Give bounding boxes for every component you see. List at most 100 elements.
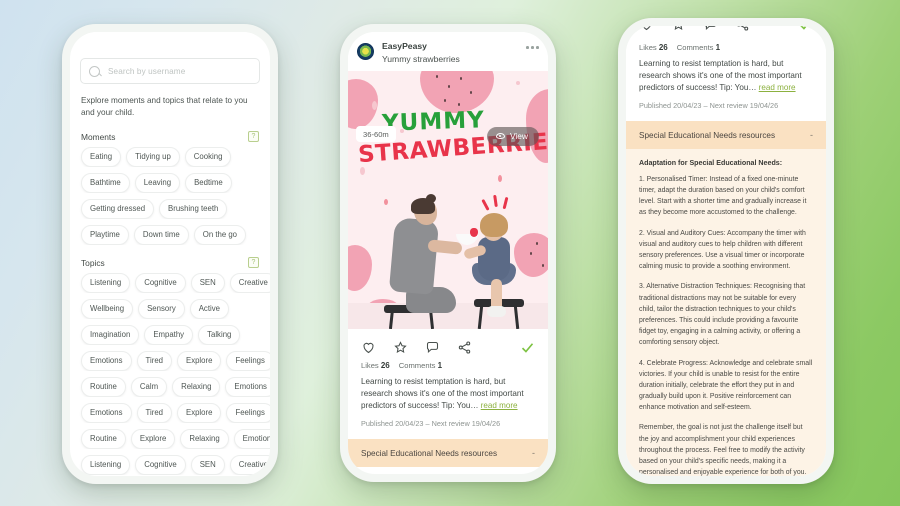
chip-emotions[interactable]: Emotions (81, 351, 132, 372)
chip-sensory[interactable]: Sensory (138, 299, 185, 320)
chip-row: Routine Explore Relaxing Emotions (70, 429, 270, 450)
collapse-icon: - (810, 130, 813, 141)
chip-empathy[interactable]: Empathy (144, 325, 194, 346)
chip-row: Routine Calm Relaxing Emotions (70, 377, 270, 398)
chip-tired[interactable]: Tired (136, 351, 172, 372)
likes-meta: Likes 26 (639, 43, 668, 52)
chip-routine[interactable]: Routine (81, 377, 126, 398)
section-header-moments: Moments ? (81, 131, 259, 143)
view-button[interactable]: View (486, 127, 539, 146)
left-screen: Search by username Explore moments and t… (70, 32, 270, 476)
chip-feelings[interactable]: Feelings (226, 403, 270, 424)
chip-row: Emotions Tired Explore Feelings (70, 403, 270, 424)
sen-banner-label: Special Educational Needs resources (639, 130, 776, 140)
view-button-label: View (509, 131, 528, 141)
hero-title-line1: YUMMY (381, 107, 486, 137)
chip-relaxing[interactable]: Relaxing (180, 429, 229, 450)
left-status-gap (70, 32, 270, 54)
engagement-meta: Likes 26 Comments 1 (348, 361, 548, 370)
done-check-icon[interactable] (520, 340, 535, 355)
read-more-link[interactable]: read more (481, 401, 518, 410)
chip-row: Imagination Empathy Talking (70, 325, 270, 346)
section-header-topics: Topics ? (81, 257, 259, 269)
chip-sen[interactable]: SEN (190, 273, 225, 294)
share-icon[interactable] (457, 340, 472, 355)
chip-creative[interactable]: Creative (229, 273, 270, 294)
more-options-icon[interactable] (526, 46, 539, 49)
comment-bubble-icon[interactable] (703, 26, 718, 32)
chip-tired[interactable]: Tired (136, 403, 172, 424)
middle-screen: EasyPeasy Yummy strawberries 36-60m View… (348, 32, 548, 474)
chip-emotions[interactable]: Emotions (81, 403, 132, 424)
activity-hero-image: 36-60m View YUMMY STRAWBERRIES (348, 71, 548, 329)
chip-active[interactable]: Active (189, 299, 229, 320)
sen-paragraph: Remember, the goal is not just the chall… (639, 424, 807, 476)
chip-cognitive[interactable]: Cognitive (135, 455, 186, 476)
share-icon[interactable] (735, 26, 750, 32)
chip-creative[interactable]: Creative (229, 455, 270, 476)
chip-explore[interactable]: Explore (177, 403, 222, 424)
activity-title: Yummy strawberries (382, 54, 460, 64)
chip-row: Wellbeing Sensory Active (70, 299, 270, 320)
activity-description: Learning to resist temptation is hard, b… (348, 370, 548, 412)
duration-badge: 36-60m (356, 126, 396, 142)
chip-getting-dressed[interactable]: Getting dressed (81, 199, 155, 220)
chip-down-time[interactable]: Down time (133, 225, 189, 246)
chip-eating[interactable]: Eating (81, 147, 122, 168)
activity-photo (348, 169, 548, 329)
sen-resources-banner[interactable]: Special Educational Needs resources - (626, 121, 826, 150)
help-icon-moments[interactable]: ? (248, 131, 259, 143)
help-icon-topics[interactable]: ? (248, 257, 259, 269)
chip-explore[interactable]: Explore (177, 351, 222, 372)
comment-bubble-icon[interactable] (425, 340, 440, 355)
chip-listening[interactable]: Listening (81, 273, 131, 294)
chip-relaxing[interactable]: Relaxing (172, 377, 221, 398)
chip-bedtime[interactable]: Bedtime (185, 173, 232, 194)
comments-meta: Comments 1 (677, 43, 720, 52)
chip-bathtime[interactable]: Bathtime (81, 173, 130, 194)
chip-explore[interactable]: Explore (130, 429, 176, 450)
done-check-icon[interactable] (798, 26, 813, 32)
chip-cognitive[interactable]: Cognitive (135, 273, 186, 294)
read-more-link[interactable]: read more (759, 83, 796, 92)
chip-wellbeing[interactable]: Wellbeing (81, 299, 134, 320)
chip-routine[interactable]: Routine (81, 429, 126, 450)
chip-emotions[interactable]: Emotions (233, 429, 270, 450)
chip-row: Listening Cognitive SEN Creative (70, 273, 270, 294)
chip-row: Emotions Tired Explore Feelings (70, 351, 270, 372)
likes-count: 26 (380, 361, 390, 370)
chip-leaving[interactable]: Leaving (134, 173, 181, 194)
sen-heading: Adaptation for Special Educational Needs… (639, 159, 783, 168)
chip-imagination[interactable]: Imagination (81, 325, 140, 346)
chip-listening[interactable]: Listening (81, 455, 131, 476)
chip-playtime[interactable]: Playtime (81, 225, 129, 246)
card-actions-scrolled (626, 26, 826, 43)
eye-icon (495, 133, 505, 139)
search-input[interactable]: Search by username (80, 58, 260, 84)
chip-on-the-go[interactable]: On the go (193, 225, 246, 246)
card-header-text: EasyPeasy Yummy strawberries (382, 41, 526, 64)
chip-tidying-up[interactable]: Tidying up (126, 147, 180, 168)
chip-cooking[interactable]: Cooking (184, 147, 232, 168)
activity-description: Learning to resist temptation is hard, b… (626, 52, 826, 94)
favourite-star-icon[interactable] (393, 340, 408, 355)
sen-resources-banner[interactable]: Special Educational Needs resources - (348, 439, 548, 468)
phone-left-explore: Search by username Explore moments and t… (62, 24, 278, 484)
search-placeholder: Search by username (108, 66, 186, 76)
like-heart-icon[interactable] (639, 26, 654, 32)
sen-paragraph: 1. Personalised Timer: Instead of a fixe… (639, 175, 807, 217)
chip-sen[interactable]: SEN (190, 455, 225, 476)
chip-feelings[interactable]: Feelings (226, 351, 270, 372)
favourite-star-icon[interactable] (671, 26, 686, 32)
chip-emotions[interactable]: Emotions (225, 377, 270, 398)
chip-talking[interactable]: Talking (198, 325, 241, 346)
search-icon (89, 65, 100, 77)
chip-brushing-teeth[interactable]: Brushing teeth (159, 199, 228, 220)
brand-name: EasyPeasy (382, 41, 427, 51)
like-heart-icon[interactable] (361, 340, 376, 355)
sen-paragraph: 4. Celebrate Progress: Acknowledge and c… (639, 359, 813, 412)
comments-label: Comments (676, 43, 714, 52)
chip-row: Playtime Down time On the go (70, 225, 270, 246)
sen-paragraph: 2. Visual and Auditory Cues: Accompany t… (639, 229, 806, 271)
chip-calm[interactable]: Calm (130, 377, 168, 398)
